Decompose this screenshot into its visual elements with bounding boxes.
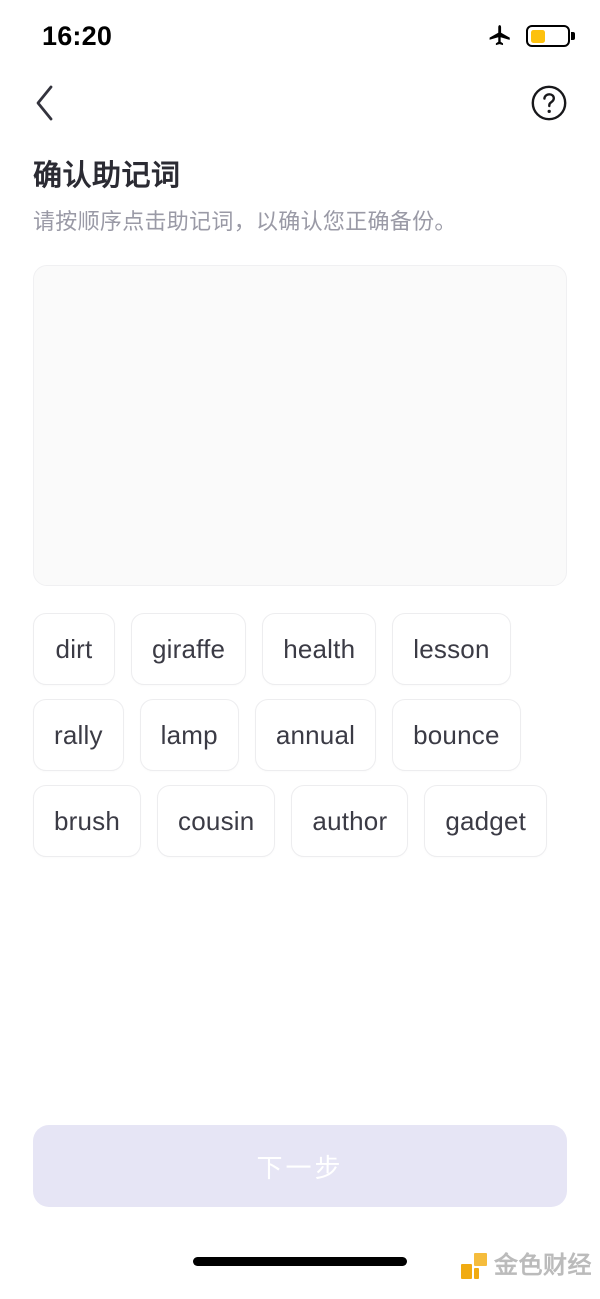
question-mark-circle-icon (530, 84, 568, 127)
word-chip[interactable]: health (262, 613, 377, 686)
word-chip[interactable]: cousin (157, 785, 276, 858)
status-bar-time: 16:20 (42, 20, 113, 51)
back-button[interactable] (22, 82, 68, 128)
watermark: 金色财经 (461, 1253, 592, 1279)
help-button[interactable] (526, 82, 572, 128)
watermark-text: 金色财经 (494, 1252, 592, 1279)
battery-fill-level (530, 29, 546, 43)
app-screen: 16:20 确认助记词 请按顺序点击助记词，以确认您正确备份。 dirt gir… (0, 0, 600, 1299)
page-heading: 确认助记词 请按顺序点击助记词，以确认您正确备份。 (0, 138, 600, 236)
status-bar-indicators (487, 23, 570, 49)
page-title: 确认助记词 (33, 160, 181, 192)
airplane-mode-icon (487, 23, 513, 49)
word-chip[interactable]: bounce (392, 699, 521, 772)
bottom-bar: 金色财经 (0, 1247, 600, 1299)
word-chip[interactable]: brush (33, 785, 142, 858)
jinse-logo-icon (461, 1253, 487, 1279)
word-chip[interactable]: lamp (139, 699, 239, 772)
word-chip[interactable]: lesson (392, 613, 511, 686)
selected-words-dropzone[interactable] (33, 265, 567, 587)
word-chip[interactable]: giraffe (131, 613, 247, 686)
next-step-button[interactable]: 下一步 (33, 1125, 567, 1207)
word-bank: dirt giraffe health lesson rally lamp annual bo… (33, 613, 567, 858)
navigation-bar (0, 72, 600, 138)
word-chip[interactable]: gadget (424, 785, 548, 858)
word-chip[interactable]: dirt (33, 613, 115, 686)
battery-icon (526, 25, 570, 47)
word-chip[interactable]: rally (33, 699, 124, 772)
page-subtitle: 请按顺序点击助记词，以确认您正确备份。 (33, 208, 457, 234)
flex-spacer (0, 857, 600, 1125)
word-chip[interactable]: annual (254, 699, 377, 772)
word-chip[interactable]: author (291, 785, 409, 858)
footer-actions: 下一步 (0, 1125, 600, 1207)
home-indicator-bar[interactable] (193, 1257, 407, 1266)
chevron-left-icon (33, 84, 57, 127)
status-bar: 16:20 (0, 0, 600, 72)
